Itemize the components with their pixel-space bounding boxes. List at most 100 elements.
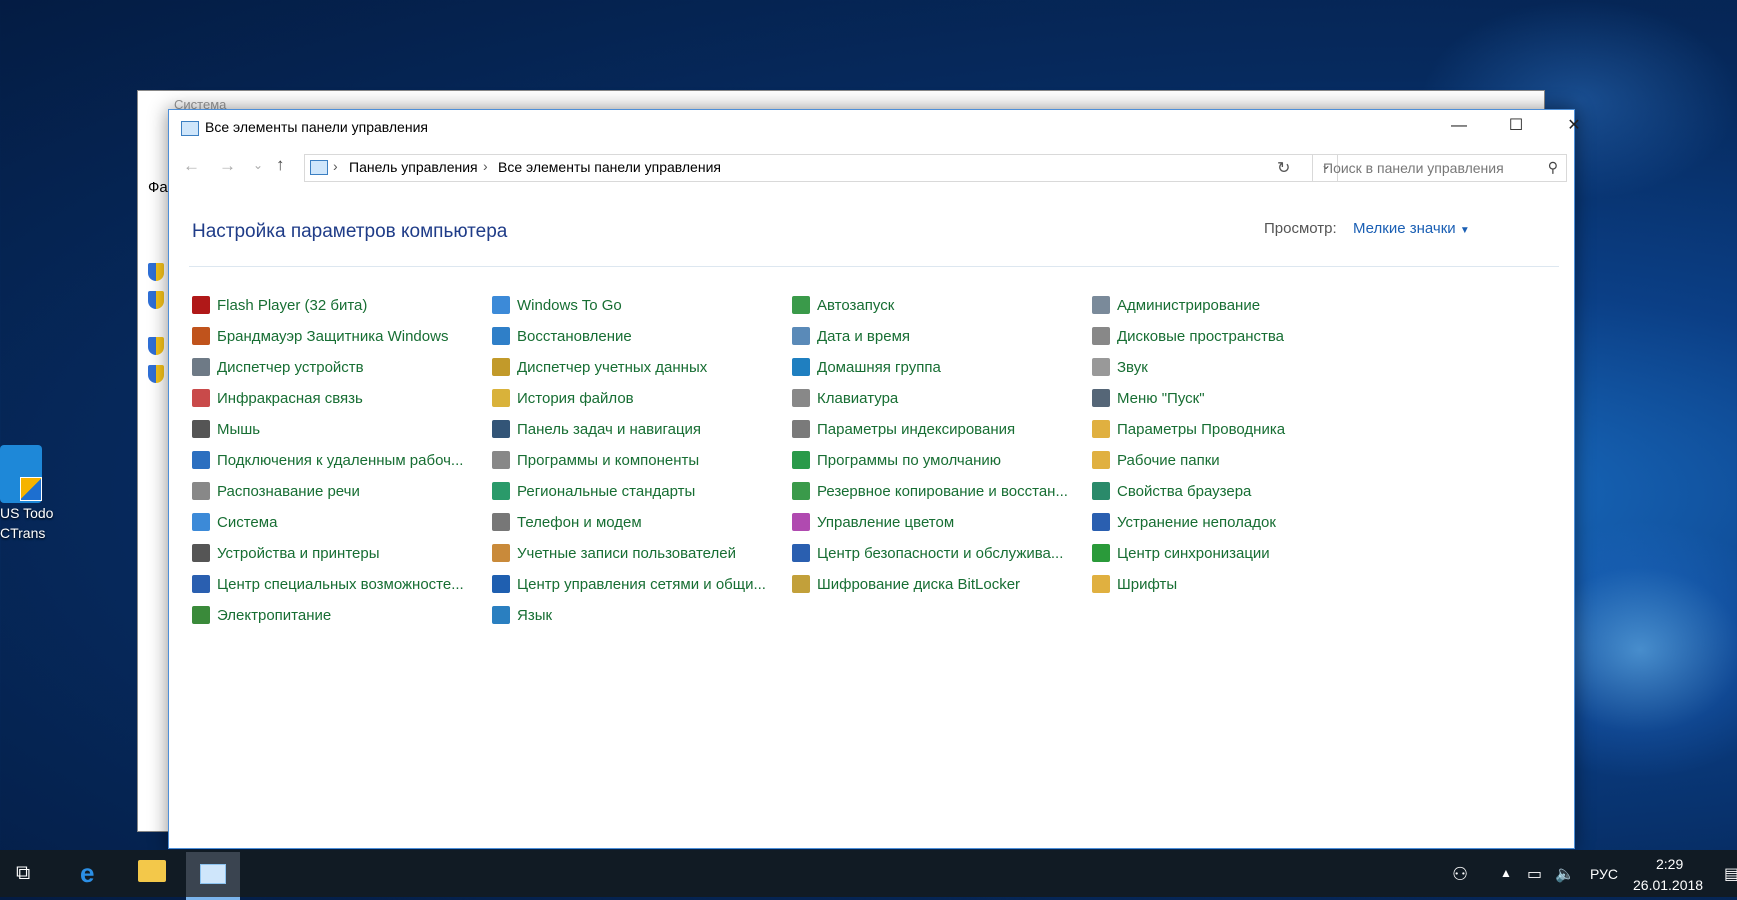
control-panel-item[interactable]: Рабочие папки bbox=[1092, 448, 1220, 472]
control-panel-item[interactable]: Инфракрасная связь bbox=[192, 386, 363, 410]
control-panel-item[interactable]: Центр безопасности и обслужива... bbox=[792, 541, 1063, 565]
chevron-right-icon[interactable]: › bbox=[483, 158, 488, 174]
control-panel-item[interactable]: История файлов bbox=[492, 386, 634, 410]
input-language[interactable]: РУС bbox=[1590, 866, 1618, 882]
up-arrow-icon[interactable]: ↑ bbox=[276, 155, 285, 175]
credentials-icon bbox=[492, 358, 510, 376]
control-panel-item[interactable]: Электропитание bbox=[192, 603, 331, 627]
control-panel-item[interactable]: Шрифты bbox=[1092, 572, 1177, 596]
datetime-icon bbox=[792, 327, 810, 345]
control-panel-item[interactable]: Параметры Проводника bbox=[1092, 417, 1285, 441]
clock-date[interactable]: 26.01.2018 bbox=[1633, 877, 1703, 893]
control-panel-item[interactable]: Звук bbox=[1092, 355, 1148, 379]
control-panel-item[interactable]: Центр синхронизации bbox=[1092, 541, 1270, 565]
file-explorer-icon[interactable] bbox=[138, 860, 166, 882]
search-icon[interactable]: ⚲ bbox=[1548, 159, 1558, 176]
control-panel-item[interactable]: Управление цветом bbox=[792, 510, 954, 534]
control-panel-item[interactable]: Распознавание речи bbox=[192, 479, 360, 503]
control-panel-window[interactable]: Все элементы панели управления — ☐ ✕ ← →… bbox=[168, 109, 1581, 849]
control-panel-item-label: Центр управления сетями и общи... bbox=[517, 575, 766, 593]
recent-locations-chevron-icon[interactable]: ⌄ bbox=[253, 158, 263, 172]
desktop-shortcut-label-2: CTrans bbox=[0, 525, 46, 541]
control-panel-item[interactable]: Диспетчер учетных данных bbox=[492, 355, 707, 379]
control-panel-item[interactable]: Параметры индексирования bbox=[792, 417, 1015, 441]
control-panel-item[interactable]: Меню "Пуск" bbox=[1092, 386, 1205, 410]
control-panel-item[interactable]: Windows To Go bbox=[492, 293, 622, 317]
control-panel-item[interactable]: Учетные записи пользователей bbox=[492, 541, 736, 565]
control-panel-item[interactable]: Центр специальных возможносте... bbox=[192, 572, 464, 596]
control-panel-item[interactable]: Телефон и модем bbox=[492, 510, 642, 534]
control-panel-item-label: Параметры Проводника bbox=[1117, 420, 1286, 438]
sync-icon bbox=[1092, 544, 1110, 562]
control-panel-item[interactable]: Восстановление bbox=[492, 324, 632, 348]
network-icon[interactable]: ▭ bbox=[1527, 864, 1542, 884]
breadcrumb-control-panel[interactable]: Панель управления bbox=[349, 159, 478, 175]
maximize-button[interactable]: ☐ bbox=[1487, 110, 1545, 142]
control-panel-item[interactable]: Устройства и принтеры bbox=[192, 541, 379, 565]
control-panel-item[interactable]: Свойства браузера bbox=[1092, 479, 1251, 503]
control-panel-item-label: Восстановление bbox=[517, 327, 632, 345]
volume-icon[interactable]: 🔈 bbox=[1555, 864, 1575, 884]
control-panel-item[interactable]: Клавиатура bbox=[792, 386, 898, 410]
minimize-button[interactable]: — bbox=[1430, 110, 1488, 142]
control-panel-item[interactable]: Язык bbox=[492, 603, 552, 627]
control-panel-item-label: Центр специальных возможносте... bbox=[217, 575, 464, 593]
control-panel-item-label: Центр синхронизации bbox=[1117, 544, 1270, 562]
control-panel-item[interactable]: Региональные стандарты bbox=[492, 479, 695, 503]
refresh-icon[interactable]: ↻ bbox=[1277, 158, 1290, 178]
control-panel-item[interactable]: Центр управления сетями и общи... bbox=[492, 572, 766, 596]
edge-icon[interactable]: e bbox=[80, 858, 94, 889]
control-panel-item[interactable]: Дата и время bbox=[792, 324, 910, 348]
control-panel-item-label: Мышь bbox=[217, 420, 261, 438]
close-button[interactable]: ✕ bbox=[1545, 110, 1603, 142]
task-view-icon[interactable]: ⧉ bbox=[16, 862, 30, 885]
background-window-menu[interactable]: Фа bbox=[148, 179, 168, 196]
show-hidden-icons-chevron-icon[interactable]: ▲ bbox=[1500, 866, 1512, 880]
shield-icon bbox=[148, 365, 164, 383]
control-panel-item[interactable]: Домашняя группа bbox=[792, 355, 941, 379]
window-title: Все элементы панели управления bbox=[205, 119, 428, 135]
control-panel-item[interactable]: Администрирование bbox=[1092, 293, 1260, 317]
control-panel-item[interactable]: Автозапуск bbox=[792, 293, 894, 317]
control-panel-item[interactable]: Система bbox=[192, 510, 277, 534]
control-panel-item[interactable]: Flash Player (32 бита) bbox=[192, 293, 367, 317]
default-programs-icon bbox=[792, 451, 810, 469]
address-bar[interactable]: › Панель управления › Все элементы панел… bbox=[304, 154, 1338, 182]
control-panel-item[interactable]: Шифрование диска BitLocker bbox=[792, 572, 1020, 596]
control-panel-item[interactable]: Резервное копирование и восстан... bbox=[792, 479, 1068, 503]
color-icon bbox=[792, 513, 810, 531]
control-panel-item[interactable]: Программы и компоненты bbox=[492, 448, 699, 472]
control-panel-item[interactable]: Подключения к удаленным рабоч... bbox=[192, 448, 463, 472]
notification-icon[interactable]: ▤ bbox=[1724, 864, 1737, 884]
taskbar-control-panel-button[interactable] bbox=[186, 852, 240, 900]
back-arrow-icon[interactable]: ← bbox=[183, 156, 200, 176]
control-panel-icon bbox=[181, 121, 199, 136]
title-bar[interactable]: Все элементы панели управления — ☐ ✕ bbox=[169, 110, 1581, 142]
control-panel-item-label: Дисковые пространства bbox=[1117, 327, 1285, 345]
shield-icon bbox=[148, 263, 164, 281]
people-icon[interactable]: ⚇ bbox=[1452, 864, 1468, 885]
control-panel-item[interactable]: Брандмауэр Защитника Windows bbox=[192, 324, 448, 348]
control-panel-item[interactable]: Диспетчер устройств bbox=[192, 355, 364, 379]
view-mode-dropdown[interactable]: Мелкие значки ▼ bbox=[1353, 220, 1470, 237]
divider bbox=[189, 266, 1559, 267]
start-menu-icon bbox=[1092, 389, 1110, 407]
chevron-right-icon[interactable]: › bbox=[333, 158, 338, 174]
breadcrumb-all-items[interactable]: Все элементы панели управления bbox=[498, 159, 721, 175]
search-input[interactable]: Поиск в панели управления ⚲ bbox=[1312, 154, 1567, 182]
control-panel-icon bbox=[310, 160, 328, 175]
control-panel-item[interactable]: Устранение неполадок bbox=[1092, 510, 1276, 534]
desktop-shortcut-label-1: US Todo bbox=[0, 505, 54, 521]
troubleshoot-icon bbox=[1092, 513, 1110, 531]
control-panel-item[interactable]: Дисковые пространства bbox=[1092, 324, 1284, 348]
forward-arrow-icon[interactable]: → bbox=[219, 156, 236, 176]
control-panel-item-label: Панель задач и навигация bbox=[517, 420, 702, 438]
control-panel-item-label: Резервное копирование и восстан... bbox=[817, 482, 1068, 500]
control-panel-item-label: Язык bbox=[517, 606, 553, 624]
control-panel-item[interactable]: Программы по умолчанию bbox=[792, 448, 1001, 472]
control-panel-item[interactable]: Мышь bbox=[192, 417, 260, 441]
control-panel-item-label: Flash Player (32 бита) bbox=[217, 296, 368, 314]
control-panel-item[interactable]: Панель задач и навигация bbox=[492, 417, 701, 441]
desktop-shortcut[interactable]: US Todo CTrans bbox=[0, 445, 70, 543]
clock-time[interactable]: 2:29 bbox=[1656, 856, 1683, 872]
